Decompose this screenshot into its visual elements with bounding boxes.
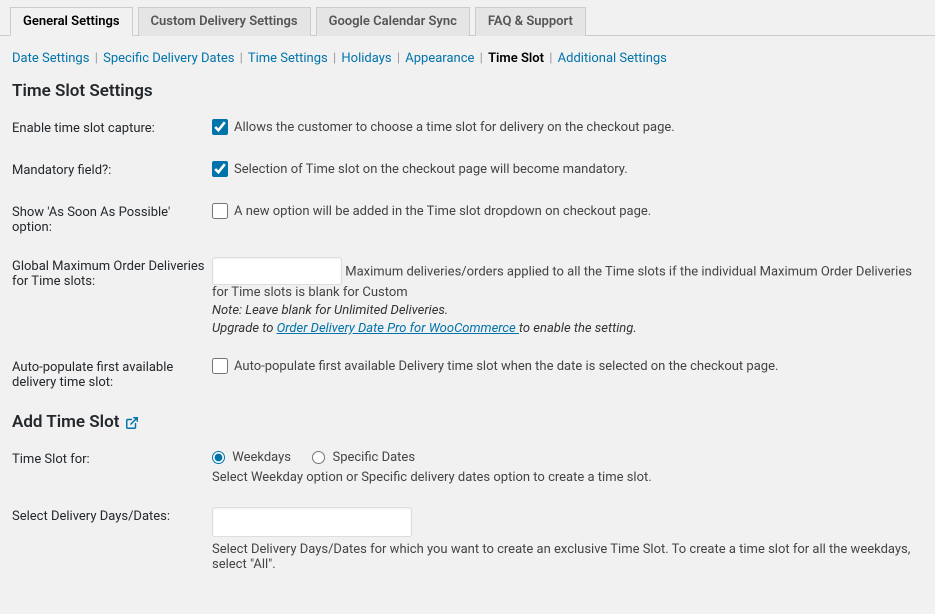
subnav-specific-delivery-dates[interactable]: Specific Delivery Dates <box>103 51 234 66</box>
external-link-icon[interactable] <box>125 415 139 429</box>
separator: | <box>480 51 483 66</box>
separator: | <box>240 51 243 66</box>
radio-label-weekdays[interactable]: Weekdays <box>212 450 294 465</box>
desc-time-slot-for: Select Weekday option or Specific delive… <box>212 470 923 485</box>
note-upgrade-prefix: Upgrade to <box>212 321 277 336</box>
note-upgrade: Upgrade to Order Delivery Date Pro for W… <box>212 321 923 336</box>
text-auto-populate: Auto-populate first available Delivery t… <box>234 359 778 374</box>
label-mandatory: Mandatory field?: <box>12 161 212 178</box>
tab-google-calendar-sync[interactable]: Google Calendar Sync <box>316 7 470 36</box>
text-mandatory: Selection of Time slot on the checkout p… <box>234 162 628 177</box>
add-time-slot-heading: Add Time Slot <box>12 412 119 432</box>
label-auto-populate: Auto-populate first available delivery t… <box>12 358 212 390</box>
text-enable-capture: Allows the customer to choose a time slo… <box>234 120 675 135</box>
label-asap: Show 'As Soon As Possible' option: <box>12 203 212 235</box>
checkbox-enable-capture[interactable] <box>212 119 228 135</box>
link-upgrade-pro[interactable]: Order Delivery Date Pro for WooCommerce <box>277 321 519 336</box>
checkbox-auto-populate[interactable] <box>212 358 228 374</box>
radio-label-specific-dates[interactable]: Specific Dates <box>312 450 415 465</box>
radio-weekdays[interactable] <box>212 451 225 464</box>
row-enable-time-slot-capture: Enable time slot capture: Allows the cus… <box>12 119 923 139</box>
separator: | <box>397 51 400 66</box>
note-upgrade-suffix: to enable the setting. <box>519 321 637 336</box>
main-tabs: General Settings Custom Delivery Setting… <box>0 0 935 36</box>
section-title-add-time-slot: Add Time Slot <box>12 412 923 432</box>
row-time-slot-for: Time Slot for: Weekdays Specific Dates S… <box>12 450 923 485</box>
subnav-holidays[interactable]: Holidays <box>341 51 391 66</box>
radio-text-specific: Specific Dates <box>332 450 415 465</box>
subnav-appearance[interactable]: Appearance <box>405 51 474 66</box>
select-delivery-days-input[interactable] <box>212 507 412 537</box>
tab-faq-support[interactable]: FAQ & Support <box>475 7 586 36</box>
row-mandatory-field: Mandatory field?: Selection of Time slot… <box>12 161 923 181</box>
tab-general-settings[interactable]: General Settings <box>10 7 133 36</box>
label-time-slot-for: Time Slot for: <box>12 450 212 467</box>
text-asap: A new option will be added in the Time s… <box>234 204 651 219</box>
separator: | <box>333 51 336 66</box>
row-auto-populate: Auto-populate first available delivery t… <box>12 358 923 390</box>
tab-custom-delivery-settings[interactable]: Custom Delivery Settings <box>138 7 311 36</box>
radio-text-weekdays: Weekdays <box>232 450 291 465</box>
label-enable-capture: Enable time slot capture: <box>12 119 212 136</box>
subnav-time-slot[interactable]: Time Slot <box>488 51 544 66</box>
checkbox-mandatory[interactable] <box>212 161 228 177</box>
separator: | <box>95 51 98 66</box>
sub-navigation: Date Settings | Specific Delivery Dates … <box>0 51 935 81</box>
checkbox-asap[interactable] <box>212 203 228 219</box>
subnav-date-settings[interactable]: Date Settings <box>12 51 89 66</box>
note-unlimited: Note: Leave blank for Unlimited Deliveri… <box>212 303 923 318</box>
row-global-max-deliveries: Global Maximum Order Deliveries for Time… <box>12 257 923 336</box>
desc-select-days: Select Delivery Days/Dates for which you… <box>212 542 923 572</box>
subnav-additional-settings[interactable]: Additional Settings <box>558 51 667 66</box>
row-asap-option: Show 'As Soon As Possible' option: A new… <box>12 203 923 235</box>
row-select-delivery-days: Select Delivery Days/Dates: Select Deliv… <box>12 507 923 572</box>
settings-content: Time Slot Settings Enable time slot capt… <box>0 81 935 614</box>
subnav-time-settings[interactable]: Time Settings <box>248 51 328 66</box>
input-global-max[interactable] <box>212 257 342 285</box>
label-select-days: Select Delivery Days/Dates: <box>12 507 212 524</box>
separator: | <box>549 51 552 66</box>
radio-specific-dates[interactable] <box>312 451 325 464</box>
label-global-max: Global Maximum Order Deliveries for Time… <box>12 257 212 289</box>
section-title-time-slot-settings: Time Slot Settings <box>12 81 923 101</box>
